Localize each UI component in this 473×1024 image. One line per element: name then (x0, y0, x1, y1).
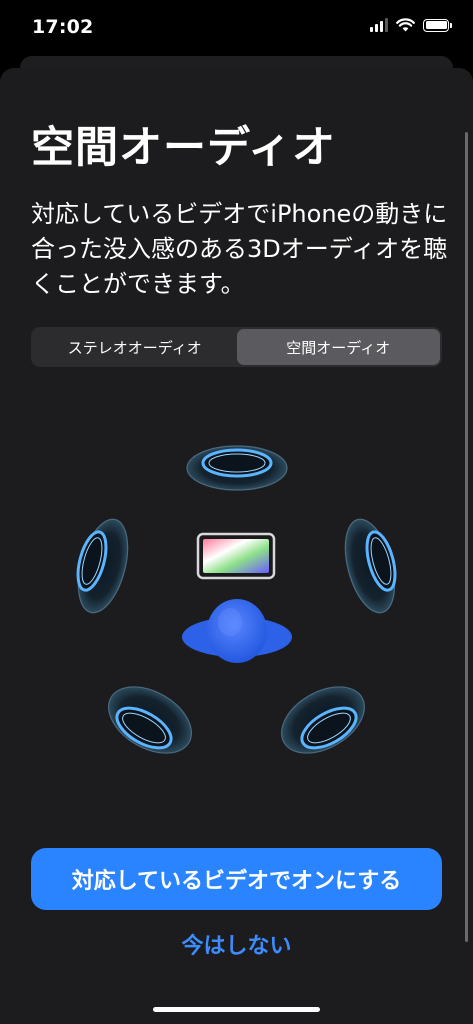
segment-stereo-audio[interactable]: ステレオオーディオ (33, 329, 237, 365)
status-time: 17:02 (32, 16, 94, 38)
speaker-ring-icon (280, 686, 366, 754)
speaker-ring-icon (107, 686, 193, 754)
status-icons (370, 18, 452, 32)
cellular-signal-icon (370, 18, 388, 32)
segment-spatial-audio[interactable]: 空間オーディオ (236, 329, 440, 365)
battery-icon (423, 18, 452, 32)
description-text: 対応しているビデオでiPhoneの動きに合った没入感のある3Dオーディオを聴くこ… (31, 200, 448, 298)
enable-spatial-audio-button[interactable]: 対応しているビデオでオンにする (31, 848, 442, 910)
ipad-icon (196, 532, 276, 580)
screen: 17:02 空間オーディオ 対応しているビデオでiPhoneの動きに合った没入感… (0, 0, 473, 1024)
speaker-ring-icon (344, 518, 397, 614)
wifi-icon (396, 18, 415, 32)
spatial-audio-illustration (0, 430, 473, 780)
home-indicator[interactable] (153, 1007, 320, 1012)
page-title: 空間オーディオ (31, 123, 336, 173)
listener-head-icon (182, 599, 292, 663)
speaker-ring-icon (186, 445, 288, 491)
speaker-ring-icon (76, 518, 129, 614)
not-now-link[interactable]: 今はしない (0, 928, 473, 960)
status-bar: 17:02 (0, 0, 473, 54)
audio-mode-segmented-control: ステレオオーディオ 空間オーディオ (31, 327, 442, 367)
